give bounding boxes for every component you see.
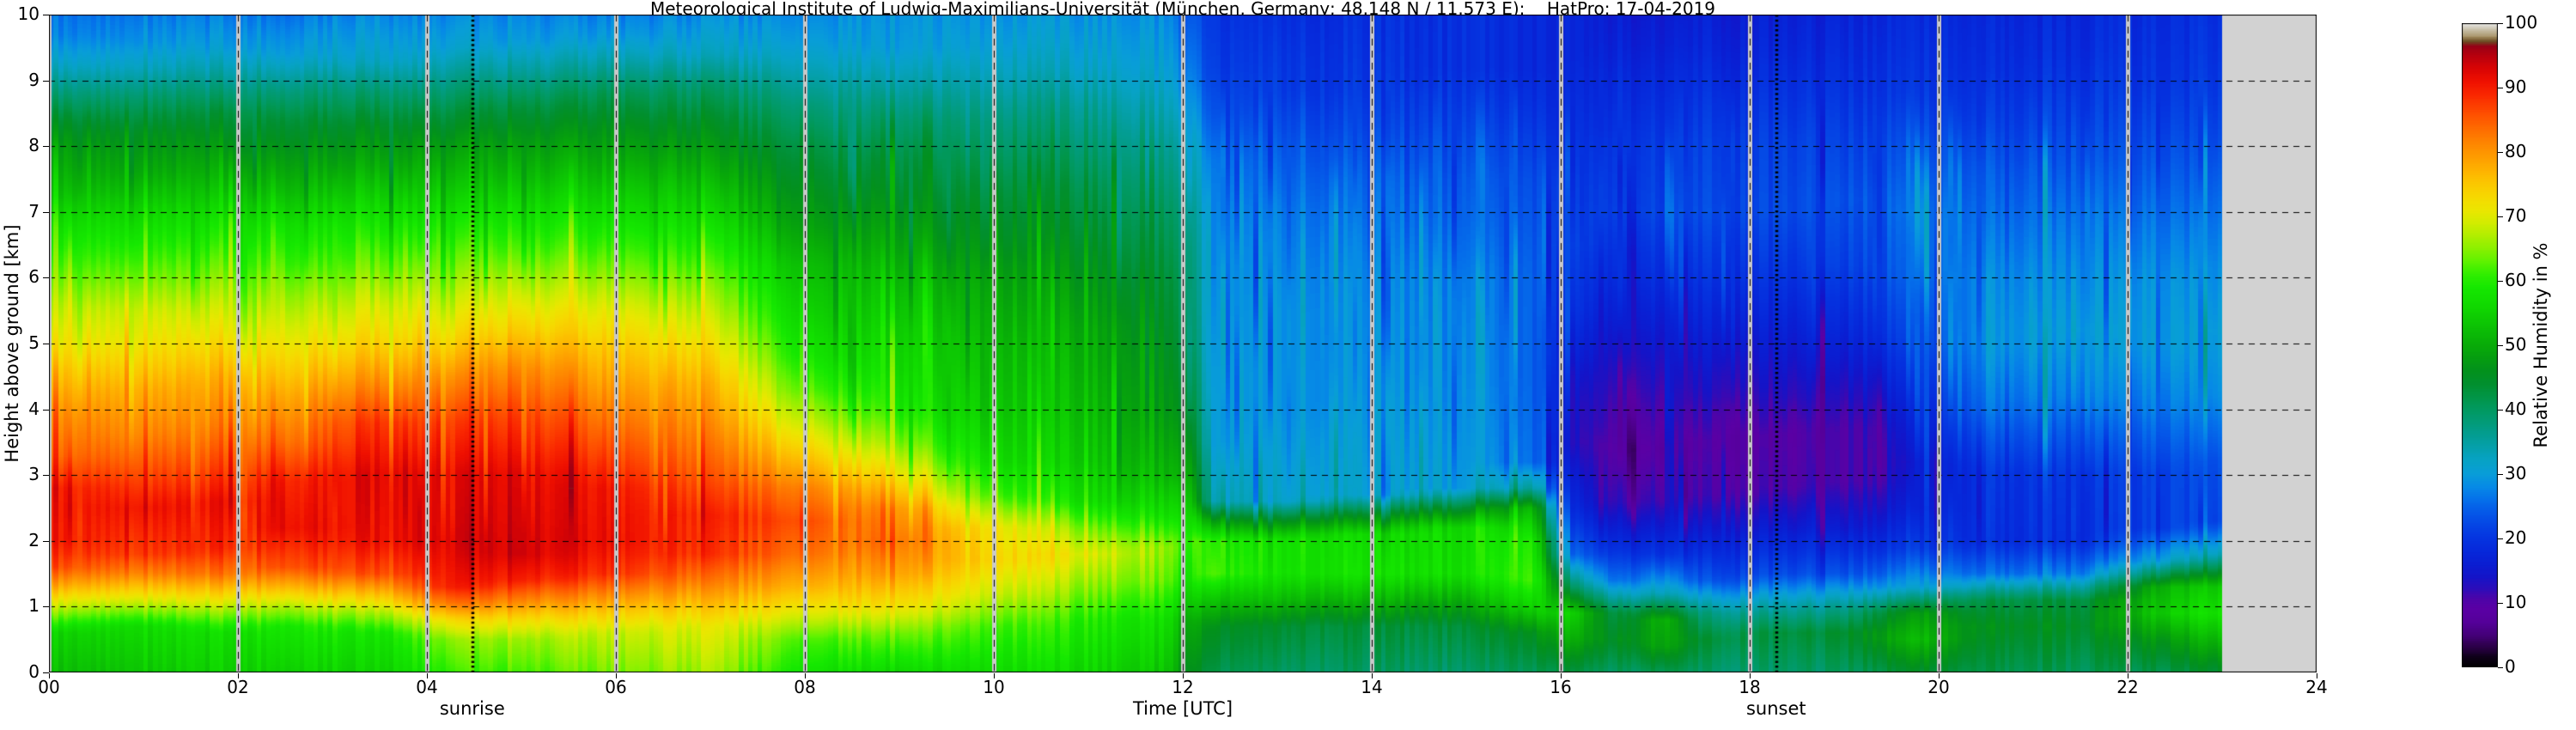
sunset-annotation: sunset: [1745, 698, 1806, 719]
x-tick-label: 02: [227, 677, 249, 697]
colorbar-tick-mark: [2498, 280, 2503, 282]
y-tick-mark: [43, 540, 49, 542]
y-tick-label: 3: [28, 464, 40, 485]
x-tick-label: 08: [794, 677, 816, 697]
x-tick-mark: [1561, 673, 1562, 678]
colorbar-tick-label: 0: [2505, 655, 2516, 677]
humidity-heatmap-canvas: [49, 15, 2317, 672]
colorbar-tick-mark: [2498, 151, 2503, 153]
colorbar-tick-label: 30: [2505, 462, 2527, 484]
y-tick-mark: [43, 277, 49, 279]
colorbar-tick-mark: [2498, 473, 2503, 475]
x-tick-label: 14: [1361, 677, 1383, 697]
colorbar-tick-mark: [2498, 216, 2503, 217]
y-tick-label: 7: [28, 200, 40, 222]
x-tick-label: 04: [416, 677, 438, 697]
x-tick-label: 20: [1927, 677, 1950, 697]
colorbar-tick-label: 10: [2505, 591, 2527, 612]
x-tick-mark: [616, 673, 617, 678]
x-tick-label: 10: [983, 677, 1005, 697]
colorbar-tick-mark: [2498, 602, 2503, 604]
y-tick-label: 5: [28, 332, 40, 353]
y-tick-label: 1: [28, 595, 40, 617]
colorbar-label: Relative Humidity in %: [2530, 242, 2551, 448]
colorbar-tick-mark: [2498, 538, 2503, 539]
y-tick-label: 9: [28, 69, 40, 90]
y-tick-label: 2: [28, 529, 40, 551]
y-tick-mark: [43, 146, 49, 148]
x-tick-mark: [49, 673, 50, 678]
colorbar-tick-label: 80: [2505, 140, 2527, 161]
colorbar-tick-label: 90: [2505, 76, 2527, 97]
x-tick-label: 22: [2116, 677, 2139, 697]
colorbar-tick-label: 20: [2505, 526, 2527, 548]
x-tick-mark: [1183, 673, 1184, 678]
x-tick-label: 06: [605, 677, 627, 697]
x-tick-mark: [994, 673, 995, 678]
y-tick-label: 10: [17, 3, 40, 24]
x-tick-label: 24: [2305, 677, 2328, 697]
colorbar-canvas: [2462, 23, 2498, 667]
y-tick-mark: [43, 409, 49, 411]
colorbar-tick-label: 100: [2505, 12, 2538, 33]
y-tick-mark: [43, 211, 49, 213]
y-tick-mark: [43, 80, 49, 82]
colorbar-tick-label: 70: [2505, 204, 2527, 226]
colorbar-tick-mark: [2498, 666, 2503, 668]
y-tick-label: 8: [28, 135, 40, 156]
x-tick-label: 18: [1739, 677, 1761, 697]
x-tick-label: 12: [1172, 677, 1194, 697]
y-tick-label: 0: [28, 661, 40, 682]
x-tick-mark: [238, 673, 239, 678]
colorbar-tick-mark: [2498, 344, 2503, 346]
y-tick-mark: [43, 475, 49, 477]
x-axis-label: Time [UTC]: [1132, 698, 1233, 719]
x-tick-mark: [1750, 673, 1751, 678]
y-tick-mark: [43, 606, 49, 608]
sunrise-annotation: sunrise: [439, 698, 505, 719]
y-tick-label: 4: [28, 398, 40, 419]
colorbar-tick-mark: [2498, 409, 2503, 411]
y-tick-mark: [43, 672, 49, 673]
x-tick-label: 16: [1550, 677, 1572, 697]
x-tick-mark: [1372, 673, 1373, 678]
colorbar-tick-mark: [2498, 23, 2503, 24]
y-tick-label: 6: [28, 266, 40, 288]
figure: Meteorological Institute of Ludwig-Maxim…: [0, 0, 2576, 730]
x-tick-mark: [1939, 673, 1940, 678]
x-tick-mark: [805, 673, 806, 678]
x-tick-mark: [427, 673, 428, 678]
